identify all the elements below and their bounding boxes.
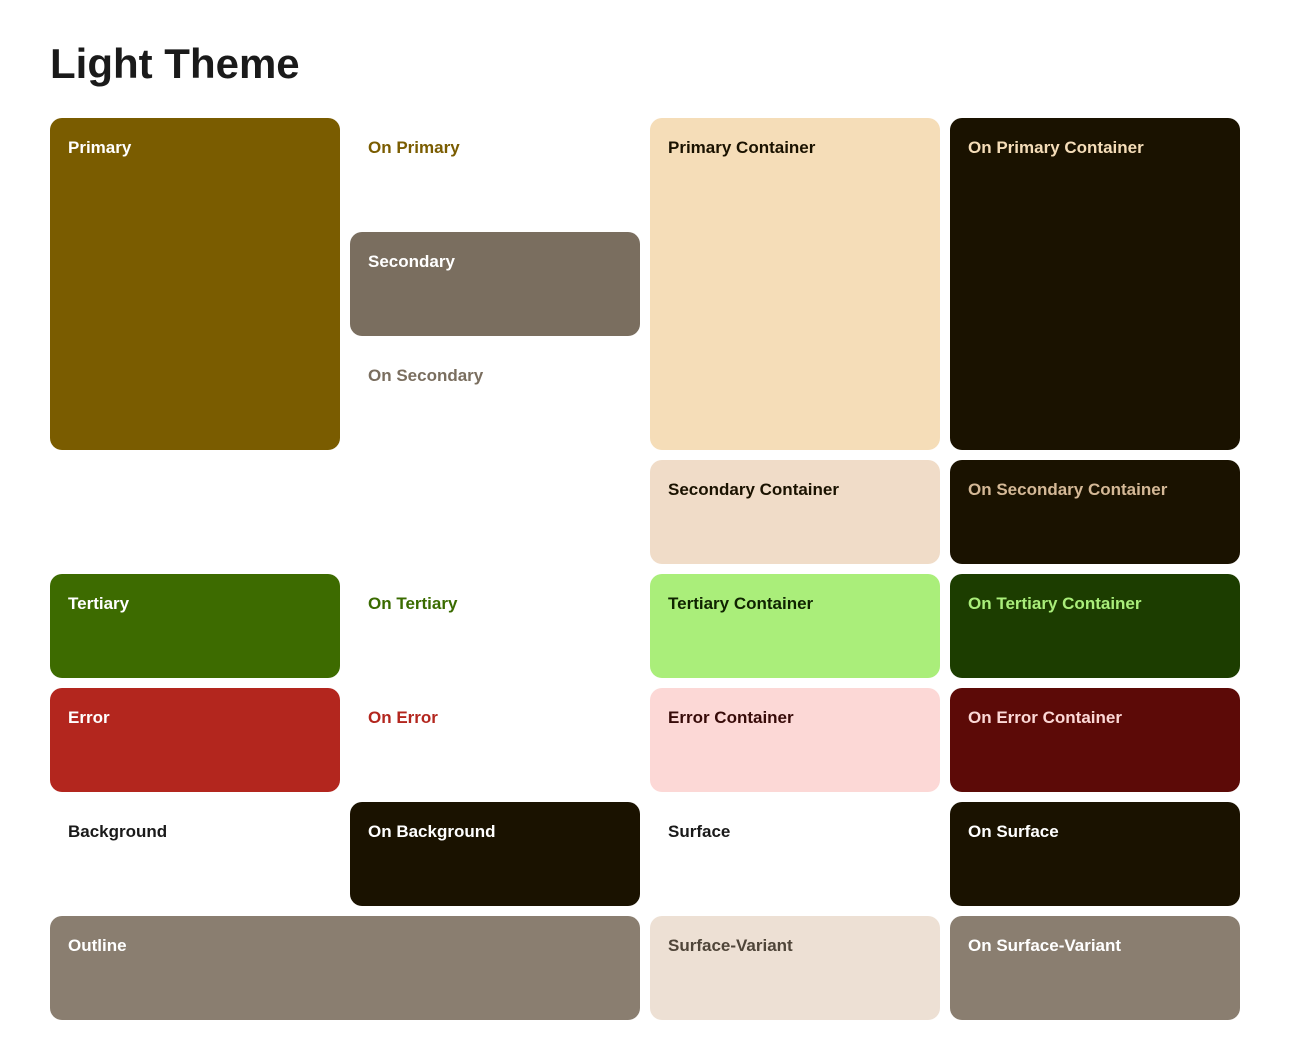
- error-container-cell: Error Container: [650, 688, 940, 792]
- on-tertiary-container-cell: On Tertiary Container: [950, 574, 1240, 678]
- on-primary-cell: On Primary: [350, 118, 640, 222]
- tertiary-container-cell: Tertiary Container: [650, 574, 940, 678]
- surface-variant-cell: Surface-Variant: [650, 916, 940, 1020]
- on-tertiary-cell: On Tertiary: [350, 574, 640, 678]
- background-cell: Background: [50, 802, 340, 906]
- color-grid: Primary On Primary Primary Container On …: [50, 118, 1240, 1020]
- outline-cell: Outline: [50, 916, 640, 1020]
- tertiary-cell: Tertiary: [50, 574, 340, 678]
- on-secondary-cell: On Secondary: [350, 346, 640, 450]
- surface-cell: Surface: [650, 802, 940, 906]
- on-surface-variant-cell: On Surface-Variant: [950, 916, 1240, 1020]
- primary-cell: Primary: [50, 118, 340, 450]
- error-cell: Error: [50, 688, 340, 792]
- on-background-cell: On Background: [350, 802, 640, 906]
- on-surface-cell: On Surface: [950, 802, 1240, 906]
- on-primary-container-cell: On Primary Container: [950, 118, 1240, 450]
- on-secondary-container-cell: On Secondary Container: [950, 460, 1240, 564]
- on-error-cell: On Error: [350, 688, 640, 792]
- page-title: Light Theme: [50, 40, 1240, 88]
- secondary-container-cell: Secondary Container: [650, 460, 940, 564]
- secondary-cell: Secondary: [350, 232, 640, 336]
- on-error-container-cell: On Error Container: [950, 688, 1240, 792]
- primary-container-cell: Primary Container: [650, 118, 940, 450]
